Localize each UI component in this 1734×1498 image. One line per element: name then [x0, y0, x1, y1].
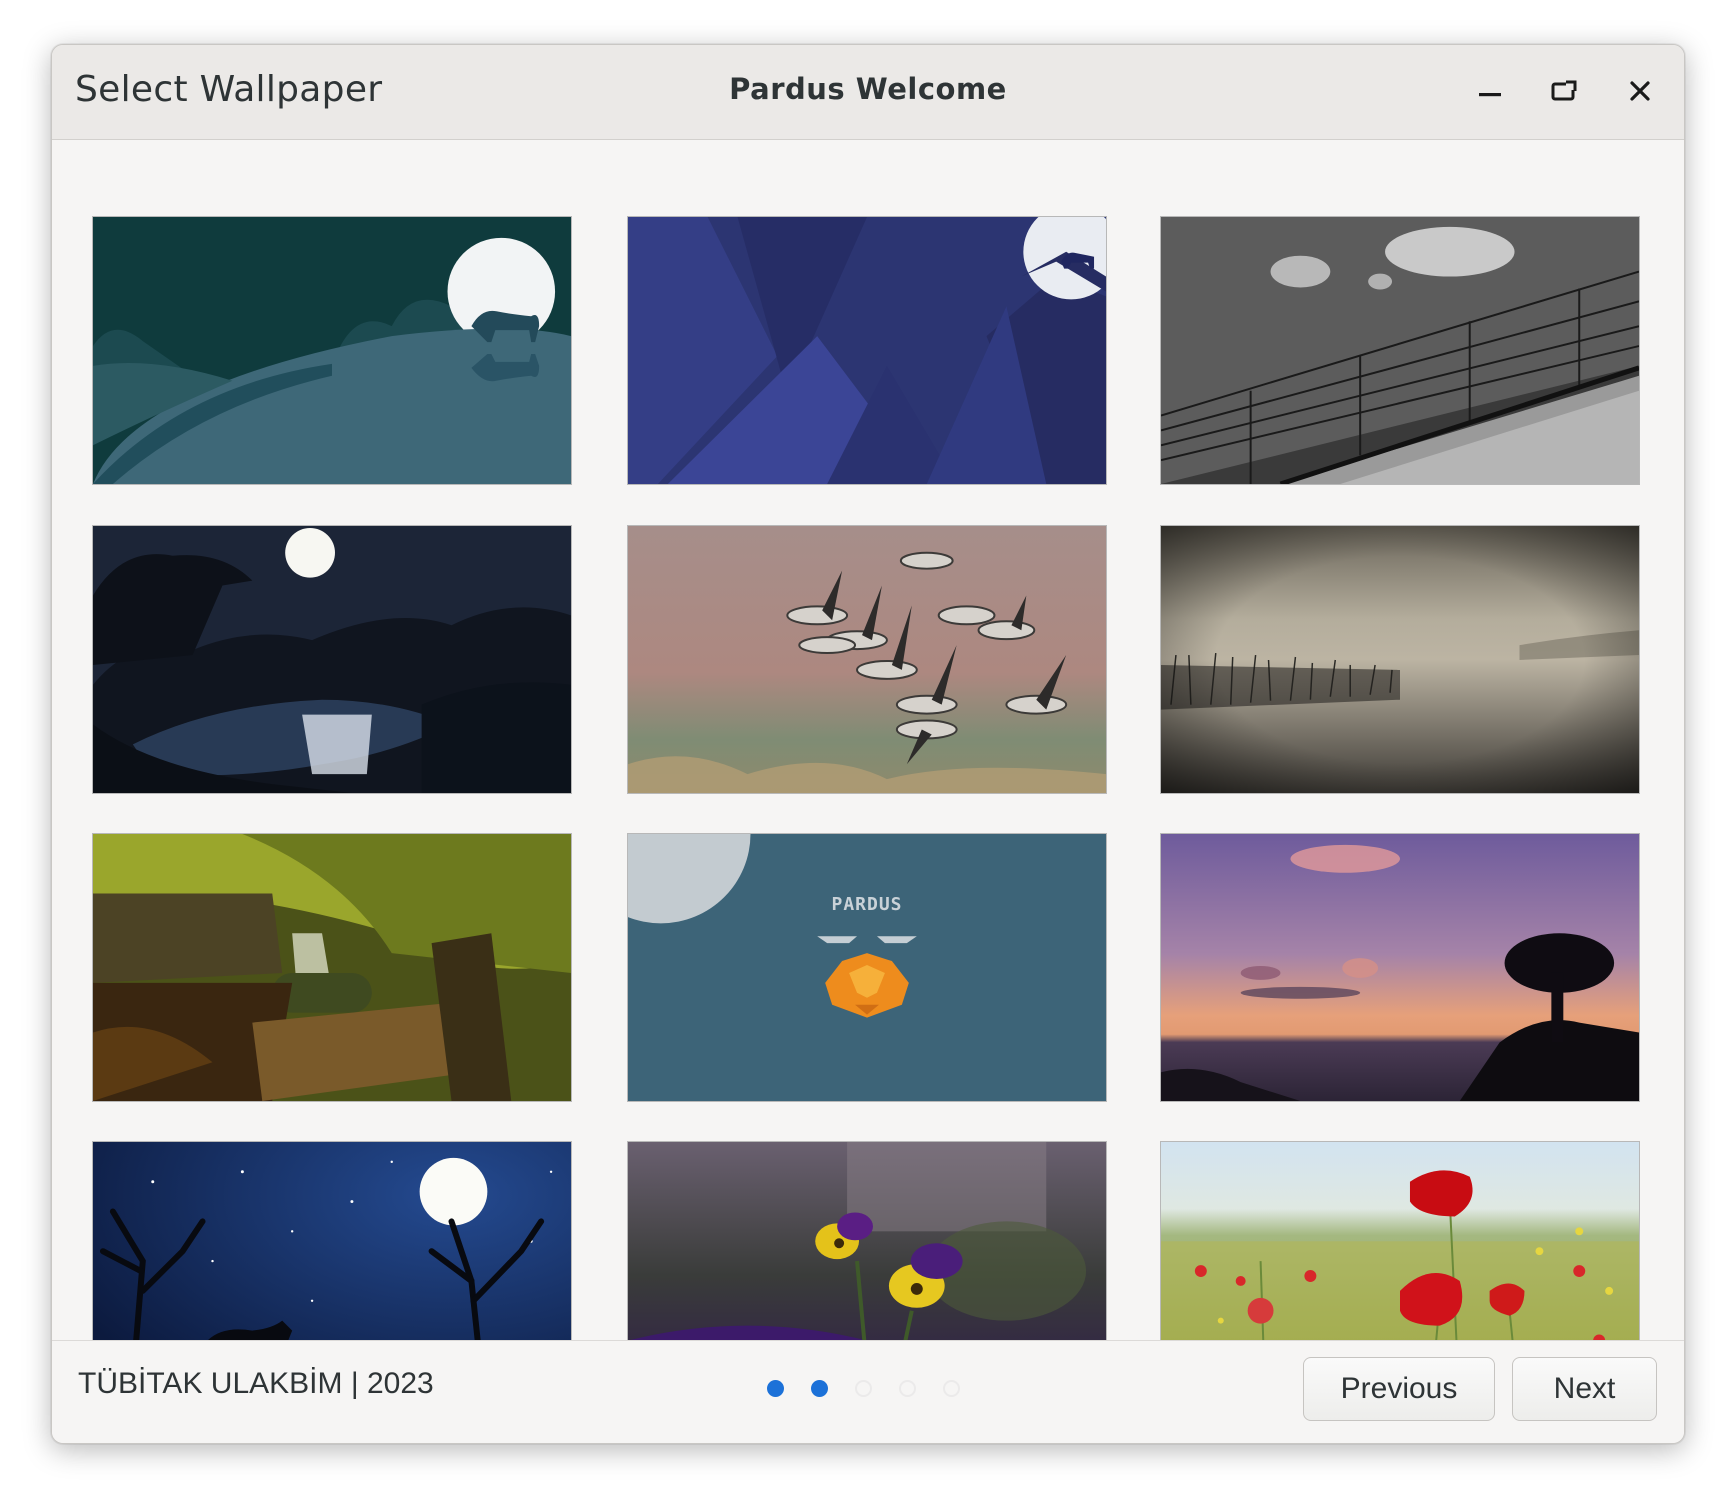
- footer: TÜBİTAK ULAKBİM | 2023 Previous Next: [52, 1340, 1684, 1443]
- page-dot: [943, 1380, 960, 1397]
- page-dot: [899, 1380, 916, 1397]
- maximize-icon: [1551, 80, 1577, 101]
- close-icon: [1630, 81, 1650, 101]
- title-bar[interactable]: Select Wallpaper Pardus Welcome: [52, 45, 1684, 140]
- wallpaper-grid: PARDUS: [52, 140, 1684, 1385]
- maximize-button[interactable]: [1546, 73, 1582, 109]
- copyright-text: TÜBİTAK ULAKBİM | 2023: [78, 1367, 434, 1400]
- app-window: Select Wallpaper Pardus Welcome PARDUS T…: [51, 44, 1685, 1444]
- wallpaper-concrete-railing-bw[interactable]: [1160, 216, 1640, 485]
- page-dot: [811, 1380, 828, 1397]
- wallpaper-flying-geese[interactable]: [627, 525, 1107, 794]
- wallpaper-logo-text: PARDUS: [831, 894, 903, 915]
- wallpaper-misty-lake-reeds[interactable]: [1160, 525, 1640, 794]
- next-button[interactable]: Next: [1512, 1357, 1657, 1421]
- wallpaper-panther-moon-hills[interactable]: [92, 216, 572, 485]
- app-title: Pardus Welcome: [729, 72, 1007, 106]
- pagination-indicator: [767, 1380, 960, 1397]
- wallpaper-pardus-logo[interactable]: PARDUS: [627, 833, 1107, 1102]
- page-dot: [855, 1380, 872, 1397]
- wallpaper-mountain-panther-blue[interactable]: [627, 216, 1107, 485]
- wallpaper-moonlit-lake-night[interactable]: [92, 525, 572, 794]
- minimize-button[interactable]: [1472, 73, 1508, 109]
- wallpaper-forest-waterfall-bridge[interactable]: [92, 833, 572, 1102]
- close-button[interactable]: [1622, 73, 1658, 109]
- minimize-icon: [1479, 93, 1501, 97]
- page-dot: [767, 1380, 784, 1397]
- previous-button[interactable]: Previous: [1303, 1357, 1495, 1421]
- wallpaper-sunset-sea-tree[interactable]: [1160, 833, 1640, 1102]
